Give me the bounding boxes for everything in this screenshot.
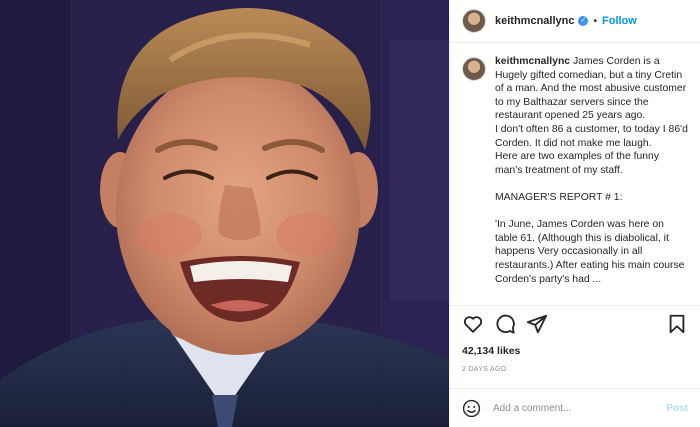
caption-line: MANAGER'S REPORT # 1: bbox=[495, 191, 623, 203]
caption-scroll-area[interactable]: keithmcnallync James Corden is a Hugely … bbox=[450, 43, 700, 305]
caption-line: Here are two examples of the funny man's… bbox=[495, 151, 660, 176]
post-header: keithmcnallync ✓ • Follow bbox=[450, 0, 700, 43]
share-icon[interactable] bbox=[526, 313, 548, 335]
caption-line: 'In June, James Corden was here on table… bbox=[495, 219, 685, 285]
caption-paragraph: keithmcnallync James Corden is a Hugely … bbox=[495, 55, 688, 123]
caption-avatar[interactable] bbox=[462, 57, 486, 81]
caption-fade bbox=[450, 291, 700, 305]
comment-bar: Post bbox=[450, 388, 700, 427]
heart-icon[interactable] bbox=[462, 313, 484, 335]
caption-line: I don't often 86 a customer, to today I … bbox=[495, 123, 688, 149]
man-smiling-photo bbox=[0, 0, 449, 427]
comment-icon[interactable] bbox=[494, 313, 516, 335]
caption-text: keithmcnallync James Corden is a Hugely … bbox=[495, 55, 688, 286]
bookmark-icon[interactable] bbox=[666, 313, 688, 335]
username-link[interactable]: keithmcnallync bbox=[495, 15, 574, 27]
verified-badge-icon: ✓ bbox=[578, 16, 589, 26]
follow-button[interactable]: Follow bbox=[602, 15, 637, 27]
post-timestamp[interactable]: 2 DAYS AGO bbox=[462, 366, 507, 373]
avatar[interactable] bbox=[462, 9, 486, 33]
action-bar bbox=[450, 305, 700, 342]
separator-dot: • bbox=[593, 15, 597, 27]
post-comment-button[interactable]: Post bbox=[666, 403, 688, 414]
comment-input[interactable] bbox=[491, 401, 667, 415]
emoji-icon[interactable] bbox=[462, 399, 481, 418]
like-count[interactable]: 42,134 likes bbox=[462, 345, 520, 357]
caption-row: keithmcnallync James Corden is a Hugely … bbox=[462, 55, 688, 286]
post-photo[interactable] bbox=[0, 0, 449, 427]
caption-username-link[interactable]: keithmcnallync bbox=[495, 56, 570, 67]
post-sidebar: keithmcnallync ✓ • Follow keithmcnallync… bbox=[449, 0, 700, 427]
